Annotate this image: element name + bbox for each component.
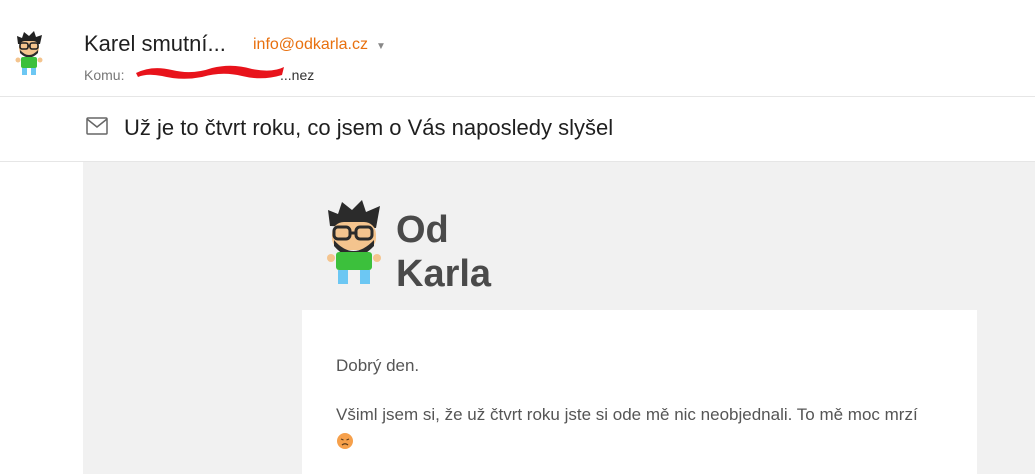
- to-label: Komu:: [84, 67, 125, 83]
- mail-icon: [86, 117, 108, 135]
- disappointed-face-icon: [337, 432, 353, 449]
- redaction-mark: [136, 65, 284, 79]
- logo-text-line1: Od: [396, 209, 449, 251]
- logo[interactable]: Od Karla: [322, 198, 522, 290]
- sender-email[interactable]: info@odkarla.cz: [253, 36, 368, 54]
- subject: Už je to čtvrt roku, co jsem o Vás napos…: [124, 115, 614, 140]
- message-paragraph: Všiml jsem si, že už čtvrt roku jste si …: [336, 402, 936, 452]
- sender-name: Karel smutní...: [84, 31, 226, 56]
- logo-text-line2: Karla: [396, 253, 492, 290]
- message-text: Všiml jsem si, že už čtvrt roku jste si …: [336, 405, 918, 424]
- greeting: Dobrý den.: [336, 356, 420, 375]
- avatar[interactable]: [12, 30, 46, 78]
- chevron-down-icon[interactable]: ▼: [376, 41, 386, 52]
